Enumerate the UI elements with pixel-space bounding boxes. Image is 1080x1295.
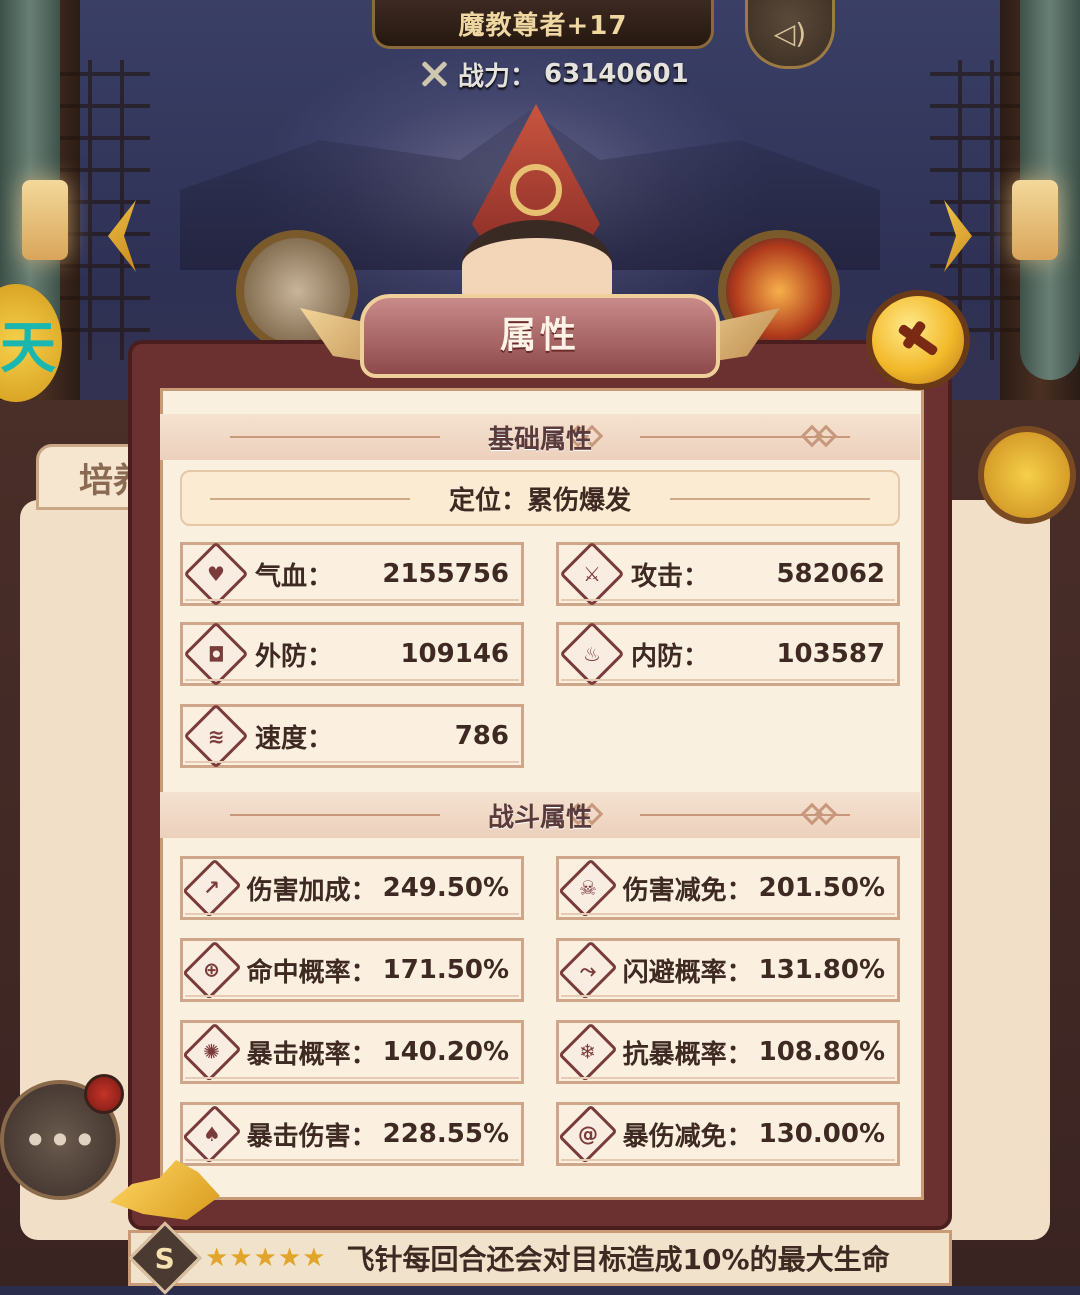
- stat-label: 抗暴概率：: [622, 1039, 753, 1070]
- stat-hp: ♥ 气血： 2155756: [180, 541, 524, 607]
- power-value: 63140601: [544, 59, 689, 89]
- left-lantern: [22, 180, 68, 260]
- speaker-icon: ◁): [773, 16, 807, 50]
- panel-title: 属性: [499, 315, 580, 356]
- skill-grade: S: [154, 1241, 176, 1275]
- basic-attributes-header: 基础属性: [160, 414, 920, 460]
- stat-label: 速度：: [255, 723, 334, 754]
- stat-label: 内防：: [631, 641, 710, 672]
- stat-label: 暴击概率：: [246, 1039, 377, 1070]
- fire-icon: ♠: [182, 1104, 242, 1164]
- heart-icon: ♥: [183, 541, 249, 607]
- power-label: 战力：: [458, 61, 537, 92]
- stat-label: 闪避概率：: [622, 957, 753, 988]
- stat-label: 暴伤减免：: [622, 1121, 753, 1152]
- stat-value: 2155756: [382, 559, 509, 589]
- chat-bubble-icon: •••: [22, 1115, 98, 1165]
- stat-crit-damage: ♠ 暴击伤害： 228.55%: [180, 1102, 524, 1166]
- left-lattice: [60, 60, 150, 360]
- sword-icon: ⚔: [559, 541, 625, 607]
- stat-hit-rate: ⊕ 命中概率： 171.50%: [180, 938, 524, 1002]
- stat-value: 131.80%: [758, 955, 885, 985]
- stat-value: 130.00%: [758, 1119, 885, 1149]
- stat-value: 201.50%: [758, 873, 885, 903]
- stat-label: 伤害加成：: [246, 875, 377, 906]
- close-button[interactable]: [866, 290, 970, 390]
- divider-diamond-icon: [800, 802, 824, 826]
- divider-diamond-icon: [814, 424, 838, 448]
- stat-value: 140.20%: [382, 1037, 509, 1067]
- side-badge-glyph: 天: [0, 315, 56, 381]
- stat-damage-reduction: ☠ 伤害减免： 201.50%: [556, 856, 900, 920]
- role-position-box: 定位：累伤爆发: [180, 470, 900, 526]
- stat-speed: ≋ 速度： 786: [180, 703, 524, 769]
- crosshair-icon: ⊕: [182, 940, 242, 1000]
- snowflake-icon: ❄: [558, 1022, 618, 1082]
- stat-label: 暴击伤害：: [246, 1121, 377, 1152]
- hero-name-plate: 魔教尊者+17: [372, 0, 714, 49]
- notification-dot: [84, 1074, 124, 1114]
- battle-attributes-title: 战斗属性: [487, 802, 592, 833]
- stat-value: 103587: [776, 639, 885, 669]
- flame-shield-icon: ♨: [559, 621, 625, 687]
- stat-damage-bonus: ↗ 伤害加成： 249.50%: [180, 856, 524, 920]
- stat-value: 108.80%: [758, 1037, 885, 1067]
- stat-inner-defense: ♨ 内防： 103587: [556, 621, 900, 687]
- shield-icon: ◘: [183, 621, 249, 687]
- stat-label: 外防：: [255, 641, 334, 672]
- stat-value: 582062: [776, 559, 885, 589]
- divider-diamond-icon: [814, 802, 838, 826]
- stat-crit-resist: ❄ 抗暴概率： 108.80%: [556, 1020, 900, 1084]
- stat-outer-defense: ◘ 外防： 109146: [180, 621, 524, 687]
- wind-icon: ≋: [183, 703, 249, 769]
- stat-label: 攻击：: [631, 561, 710, 592]
- damage-up-icon: ↗: [182, 858, 242, 918]
- stat-crit-rate: ✺ 暴击概率： 140.20%: [180, 1020, 524, 1084]
- stat-dodge-rate: ⤳ 闪避概率： 131.80%: [556, 938, 900, 1002]
- stat-label: 气血：: [255, 561, 334, 592]
- role-position-text: 定位：累伤爆发: [448, 485, 631, 516]
- skull-icon: ☠: [558, 858, 618, 918]
- skill-description: 飞针每回合还会对目标造成10%的最大生命: [346, 1243, 890, 1276]
- crossed-swords-icon: [418, 58, 450, 90]
- stat-value: 249.50%: [382, 873, 509, 903]
- divider-diamond-icon: [800, 424, 824, 448]
- skill-grade-badge: S: [128, 1221, 202, 1295]
- dodge-icon: ⤳: [558, 940, 618, 1000]
- power-display: 战力： 63140601: [418, 56, 689, 92]
- stat-value: 228.55%: [382, 1119, 509, 1149]
- stat-label: 伤害减免：: [622, 875, 753, 906]
- panel-header: 属性: [300, 286, 780, 378]
- stat-value: 786: [454, 721, 509, 751]
- crit-flame-icon: ✺: [182, 1022, 242, 1082]
- background-close-button[interactable]: [978, 426, 1076, 524]
- stat-value: 171.50%: [382, 955, 509, 985]
- basic-attributes-title: 基础属性: [487, 424, 592, 455]
- swirl-icon: @: [558, 1104, 618, 1164]
- battle-attributes-header: 战斗属性: [160, 792, 920, 838]
- skill-stars-icon: ★★★★★: [205, 1243, 327, 1273]
- stat-crit-damage-reduction: @ 暴伤减免： 130.00%: [556, 1102, 900, 1166]
- skill-description-strip: S ★★★★★ 飞针每回合还会对目标造成10%的最大生命: [128, 1221, 952, 1295]
- right-lantern: [1012, 180, 1058, 260]
- hero-name: 魔教尊者+17: [458, 10, 628, 41]
- stat-value: 109146: [400, 639, 509, 669]
- stat-label: 命中概率：: [246, 957, 377, 988]
- stat-attack: ⚔ 攻击： 582062: [556, 541, 900, 607]
